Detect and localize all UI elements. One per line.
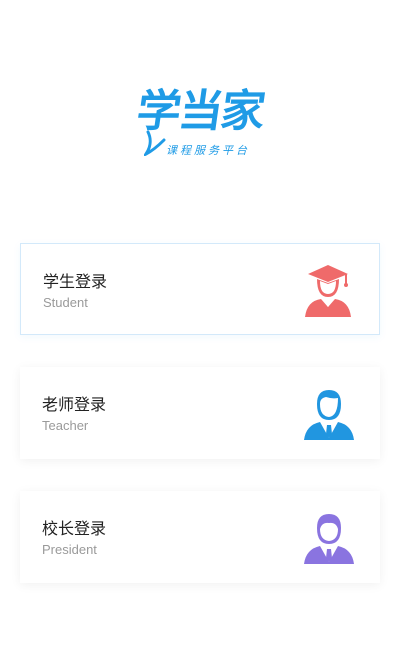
president-login-title: 校长登录 xyxy=(42,519,107,538)
logo-subtitle: 课程服务平台 xyxy=(166,144,250,157)
student-login-subtitle: Student xyxy=(43,295,88,310)
president-login-subtitle: President xyxy=(42,542,97,557)
logo-title: 学当家 xyxy=(133,86,267,137)
student-icon xyxy=(305,265,351,317)
logo-swoosh-icon xyxy=(144,130,166,156)
teacher-login-title: 老师登录 xyxy=(42,395,107,414)
president-icon xyxy=(304,514,354,564)
teacher-login-card[interactable]: 老师登录 Teacher xyxy=(20,367,380,459)
teacher-login-subtitle: Teacher xyxy=(42,418,89,433)
teacher-icon xyxy=(304,390,354,440)
student-login-card[interactable]: 学生登录 Student xyxy=(20,243,380,335)
student-login-title: 学生登录 xyxy=(43,272,108,291)
app-logo: 学当家 课程服务平台 xyxy=(122,84,278,166)
president-login-card[interactable]: 校长登录 President xyxy=(20,491,380,583)
